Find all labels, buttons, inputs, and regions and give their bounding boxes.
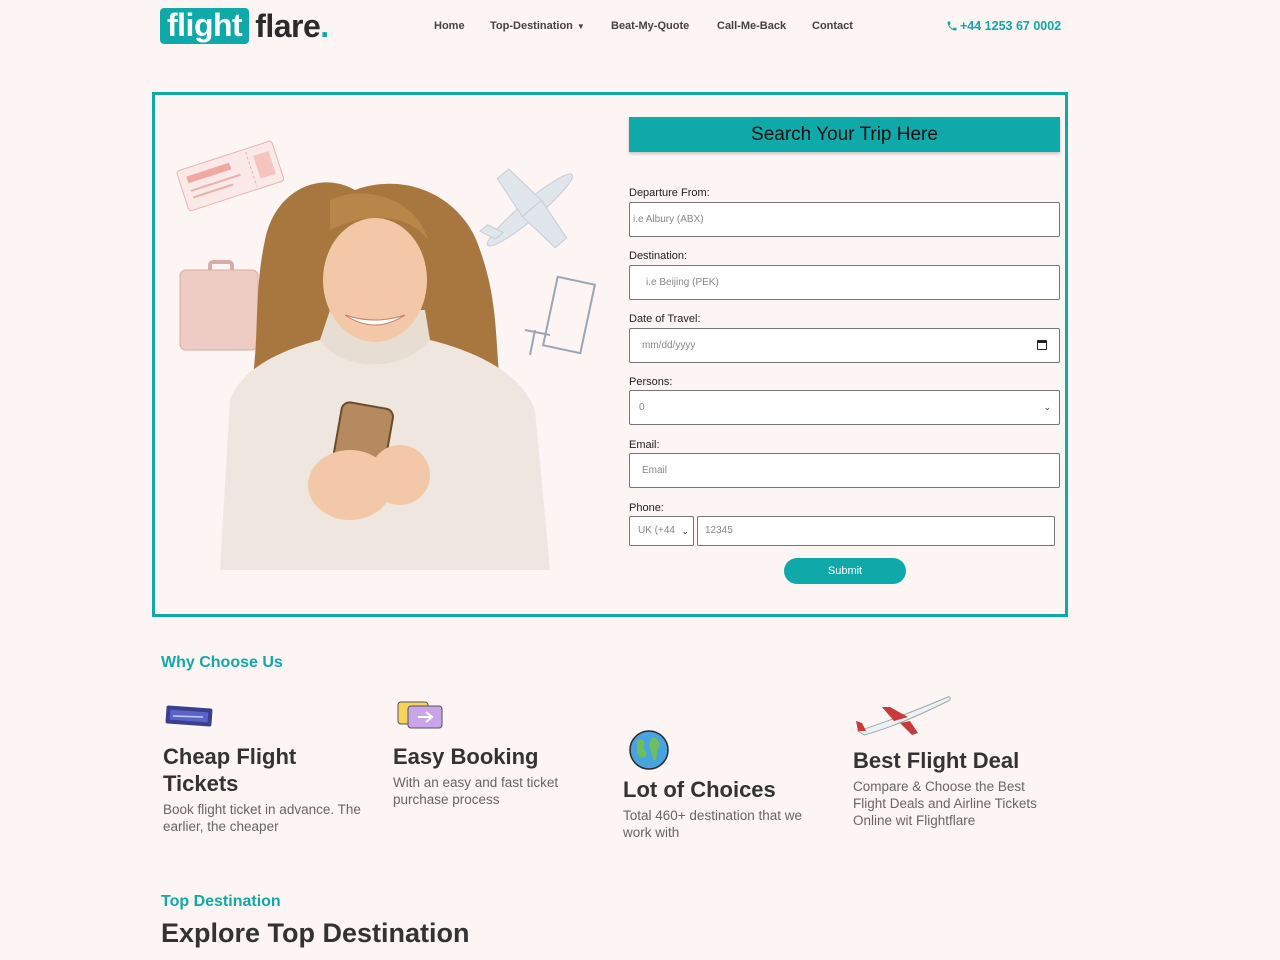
- logo-text: flare.: [255, 7, 329, 44]
- feature-title: Best Flight Deal: [853, 748, 1020, 773]
- feature-title: Lot of Choices: [623, 777, 776, 802]
- departure-label: Departure From:: [629, 187, 710, 199]
- persons-label: Persons:: [629, 376, 673, 388]
- country-code-select[interactable]: UK (+44 ⌄: [629, 516, 694, 546]
- globe-icon: [629, 730, 669, 770]
- submit-button[interactable]: Submit: [784, 558, 906, 584]
- destination-input[interactable]: i.e Beijing (PEK): [629, 265, 1060, 300]
- ticket-illustration-icon: [176, 140, 285, 212]
- site-header: flight flare. Home Top-Destination ▼ Beat…: [0, 0, 1280, 60]
- feature-cheap-flight: Cheap Flight Tickets Book flight ticket …: [163, 743, 373, 835]
- feature-text: Compare & Choose the Best Flight Deals a…: [853, 779, 1037, 828]
- header-phone[interactable]: +44 1253 67 0002: [946, 19, 1061, 33]
- chair-illustration-icon: [524, 275, 597, 356]
- feature-title: Cheap Flight Tickets: [163, 744, 297, 796]
- boarding-pass-icon: [397, 701, 443, 729]
- chevron-down-icon: ▼: [576, 21, 585, 31]
- why-choose-title: Why Choose Us: [161, 654, 283, 671]
- feature-best-flight-deal: Best Flight Deal Compare & Choose the Be…: [853, 747, 1053, 829]
- date-input[interactable]: mm/dd/yyyy: [629, 328, 1060, 363]
- hero-illustration: [176, 140, 597, 570]
- destination-label: Destination:: [629, 250, 688, 262]
- suitcase-illustration-icon: [179, 260, 259, 351]
- nav-call-me-back[interactable]: Call-Me-Back: [717, 20, 786, 32]
- calendar-icon[interactable]: [1037, 340, 1047, 350]
- phone-icon: [947, 21, 957, 31]
- country-code-value: UK (+44: [638, 525, 675, 536]
- chevron-down-icon: ⌄: [681, 526, 689, 536]
- feature-easy-booking: Easy Booking With an easy and fast ticke…: [393, 743, 573, 808]
- feature-text: Book flight ticket in advance. The earli…: [163, 802, 361, 834]
- search-form-title: Search Your Trip Here: [629, 117, 1060, 152]
- email-input[interactable]: Email: [629, 453, 1060, 488]
- feature-text: With an easy and fast ticket purchase pr…: [393, 775, 559, 807]
- date-placeholder: mm/dd/yyyy: [642, 340, 696, 351]
- nav-beat-my-quote[interactable]: Beat-My-Quote: [611, 20, 689, 32]
- phone-label: Phone:: [629, 502, 664, 514]
- airplane-icon: [856, 696, 951, 736]
- feature-title: Easy Booking: [393, 744, 539, 769]
- top-destination-title: Explore Top Destination: [161, 918, 470, 948]
- nav-contact[interactable]: Contact: [812, 20, 853, 32]
- chevron-down-icon: ⌄: [1043, 402, 1051, 412]
- logo[interactable]: flight flare.: [160, 8, 329, 44]
- persons-select[interactable]: 0 ⌄: [629, 390, 1060, 425]
- feature-text: Total 460+ destination that we work with: [623, 808, 803, 840]
- feature-lot-of-choices: Lot of Choices Total 460+ destination th…: [623, 776, 823, 841]
- date-label: Date of Travel:: [629, 313, 701, 325]
- nav-top-destination[interactable]: Top-Destination ▼: [490, 20, 585, 32]
- top-destination-subtitle: Top Destination: [161, 893, 281, 910]
- email-label: Email:: [629, 439, 660, 451]
- departure-input[interactable]: i.e Albury (ABX): [629, 202, 1060, 237]
- persons-value: 0: [639, 402, 645, 413]
- phone-input[interactable]: 12345: [697, 516, 1055, 546]
- logo-box: flight: [160, 8, 250, 44]
- nav-home[interactable]: Home: [434, 20, 465, 32]
- ticket-icon: [165, 705, 213, 727]
